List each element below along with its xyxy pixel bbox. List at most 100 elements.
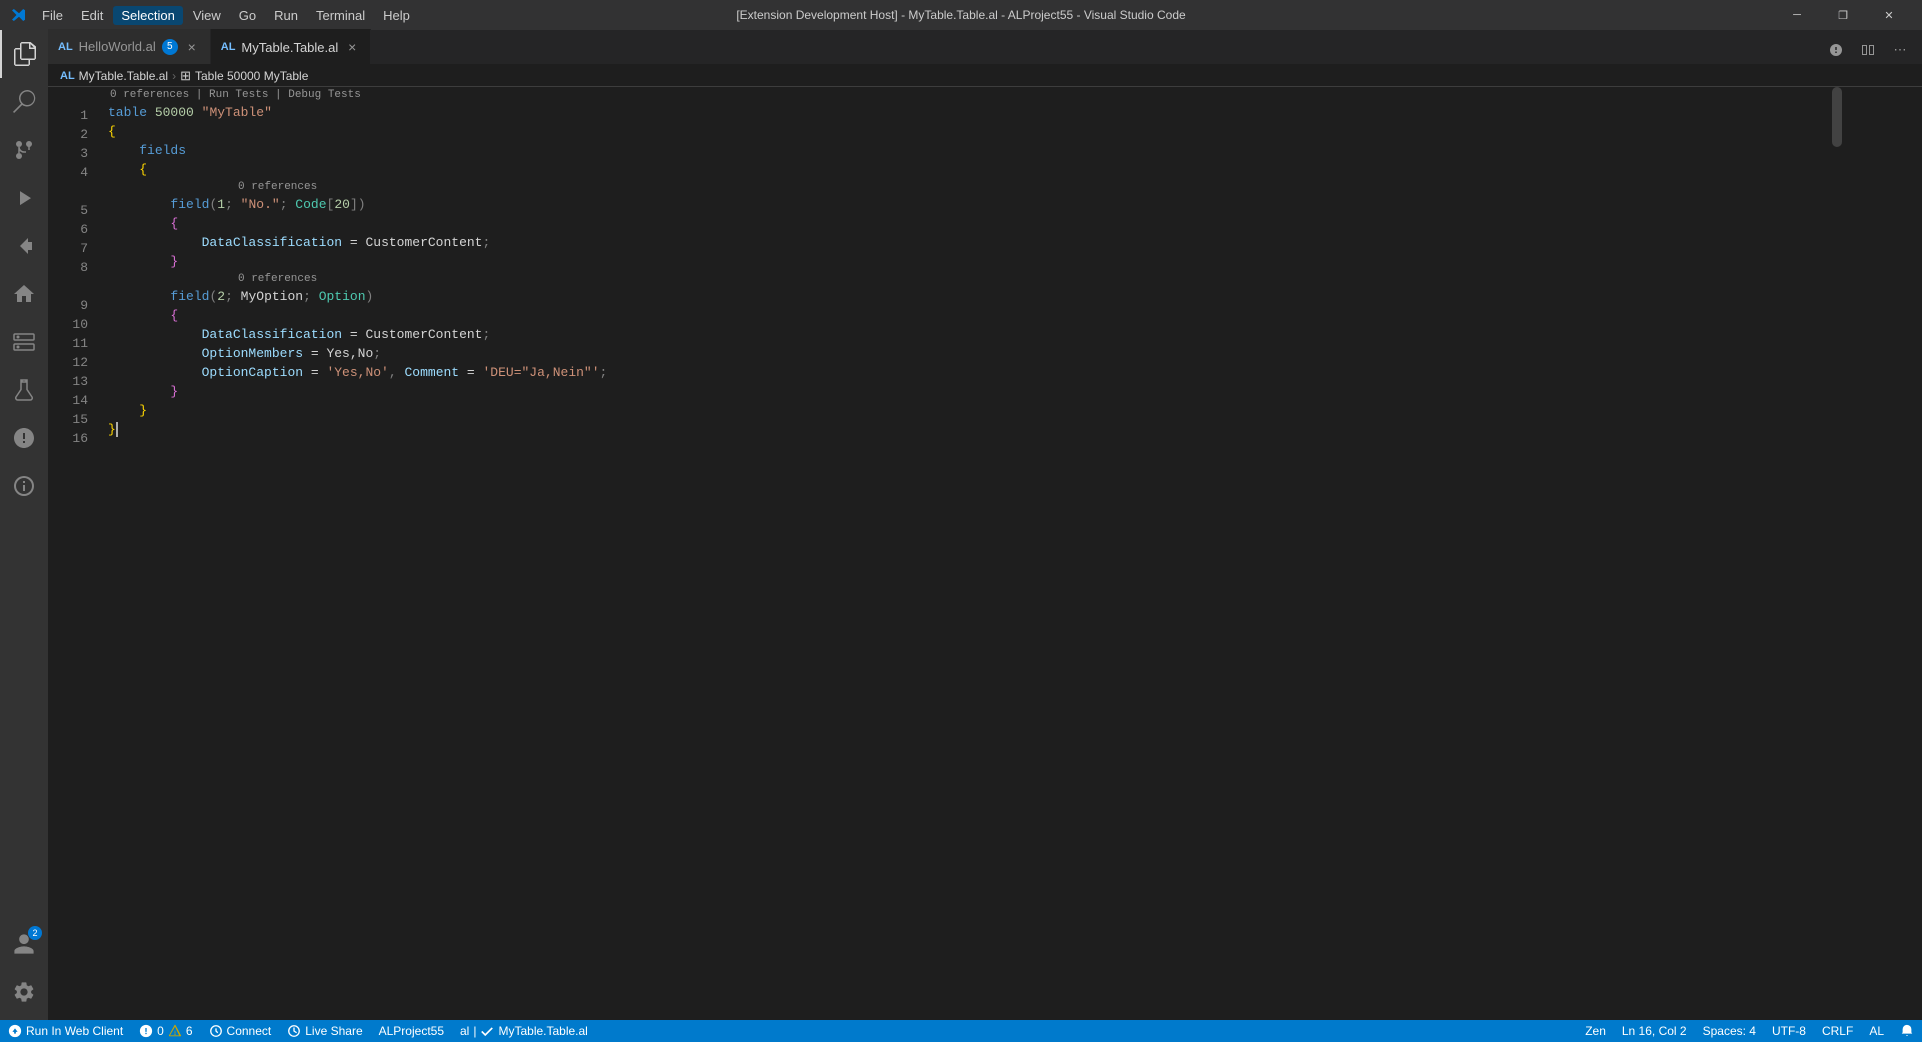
account-badge: 2 <box>28 926 42 940</box>
menu-help[interactable]: Help <box>375 6 418 25</box>
menu-view[interactable]: View <box>185 6 229 25</box>
sidebar-item-search[interactable] <box>0 78 48 126</box>
sidebar-item-al-home[interactable] <box>0 270 48 318</box>
main-container: 2 AL HelloWorld.al 5 × AL MyTable.Table.… <box>0 30 1922 1020</box>
status-left: Run In Web Client 0 6 Connect Live Share… <box>0 1020 596 1042</box>
status-encoding-text: UTF-8 <box>1772 1024 1806 1038</box>
scrollbar-thumb[interactable] <box>1832 87 1842 147</box>
status-al[interactable]: al | MyTable.Table.al <box>452 1020 596 1042</box>
menu-selection[interactable]: Selection <box>113 6 182 25</box>
menu-file[interactable]: File <box>34 6 71 25</box>
kw-field2: field <box>170 287 209 306</box>
minimize-button[interactable]: ─ <box>1774 0 1820 30</box>
sidebar-item-account[interactable]: 2 <box>0 920 48 968</box>
editor-scrollbar[interactable] <box>1828 87 1842 1020</box>
tab-helloworld[interactable]: AL HelloWorld.al 5 × <box>48 29 211 64</box>
menu-terminal[interactable]: Terminal <box>308 6 373 25</box>
status-position[interactable]: Ln 16, Col 2 <box>1614 1020 1695 1042</box>
editor-minimap <box>1842 87 1922 1020</box>
tab-actions: ⋯ <box>1814 36 1922 64</box>
line-numbers: 1 2 3 4 5 6 7 8 9 10 11 12 13 14 15 16 <box>48 87 98 1020</box>
breadcrumb-file[interactable]: MyTable.Table.al <box>79 69 168 83</box>
code-line-11[interactable]: DataClassification = CustomerContent; <box>108 325 1828 344</box>
sidebar-item-source-control[interactable] <box>0 126 48 174</box>
tab-lang-1: AL <box>58 41 73 53</box>
ln-10: 10 <box>48 315 88 334</box>
code-content[interactable]: 0 references | Run Tests | Debug Tests t… <box>98 87 1828 1020</box>
status-line-ending-text: CRLF <box>1822 1024 1853 1038</box>
status-spaces[interactable]: Spaces: 4 <box>1695 1020 1764 1042</box>
warning-icon <box>168 1024 182 1038</box>
status-right: Zen Ln 16, Col 2 Spaces: 4 UTF-8 CRLF AL <box>1577 1020 1922 1042</box>
code-line-9[interactable]: field(2; MyOption; Option) <box>108 287 1828 306</box>
ln-3: 3 <box>48 144 88 163</box>
code-line-15[interactable]: } <box>108 401 1828 420</box>
ref-table[interactable]: 0 references | Run Tests | Debug Tests <box>108 87 1828 103</box>
kw-table: table <box>108 103 147 122</box>
code-line-3[interactable]: fields <box>108 141 1828 160</box>
code-line-6[interactable]: { <box>108 214 1828 233</box>
menu-run[interactable]: Run <box>266 6 306 25</box>
ref-spacer-0 <box>48 87 88 106</box>
code-line-8[interactable]: } <box>108 252 1828 271</box>
status-encoding[interactable]: UTF-8 <box>1764 1020 1814 1042</box>
ln-6: 6 <box>48 220 88 239</box>
ln-2: 2 <box>48 125 88 144</box>
restore-button[interactable]: ❐ <box>1820 0 1866 30</box>
status-zen[interactable]: Zen <box>1577 1020 1614 1042</box>
menu-edit[interactable]: Edit <box>73 6 111 25</box>
code-line-16[interactable]: } <box>108 420 1828 439</box>
sidebar-item-run-debug[interactable] <box>0 174 48 222</box>
status-run-text: Run In Web Client <box>26 1024 123 1038</box>
alert-icon[interactable] <box>1822 36 1850 64</box>
ln-9: 9 <box>48 296 88 315</box>
status-line-ending[interactable]: CRLF <box>1814 1020 1861 1042</box>
sidebar-item-settings[interactable] <box>0 968 48 1016</box>
sidebar-item-explorer[interactable] <box>0 30 48 78</box>
status-liveshare[interactable]: Live Share <box>279 1020 370 1042</box>
code-line-7[interactable]: DataClassification = CustomerContent; <box>108 233 1828 252</box>
status-zen-text: Zen <box>1585 1024 1606 1038</box>
title-bar: File Edit Selection View Go Run Terminal… <box>0 0 1922 30</box>
more-actions-icon[interactable]: ⋯ <box>1886 36 1914 64</box>
tab-name-1: HelloWorld.al <box>79 39 156 54</box>
tab-close-2[interactable]: × <box>344 39 360 55</box>
status-connect-text: Connect <box>227 1024 272 1038</box>
close-button[interactable]: ✕ <box>1866 0 1912 30</box>
sidebar-item-extensions[interactable] <box>0 222 48 270</box>
code-line-4[interactable]: { <box>108 160 1828 179</box>
status-errors[interactable]: 0 6 <box>131 1020 200 1042</box>
status-project[interactable]: ALProject55 <box>371 1020 452 1042</box>
ref-field1[interactable]: 0 references <box>108 179 1828 195</box>
sidebar-item-diagnostics[interactable] <box>0 414 48 462</box>
code-line-1[interactable]: table 50000 "MyTable" <box>108 103 1828 122</box>
ln-12: 12 <box>48 353 88 372</box>
ln-8: 8 <box>48 258 88 277</box>
code-line-5[interactable]: field(1; "No."; Code[20]) <box>108 195 1828 214</box>
code-line-2[interactable]: { <box>108 122 1828 141</box>
sidebar-item-remote-explorer[interactable] <box>0 318 48 366</box>
sidebar-item-testing[interactable] <box>0 366 48 414</box>
status-warnings-count: 6 <box>186 1024 193 1038</box>
code-line-13[interactable]: OptionCaption = 'Yes,No', Comment = 'DEU… <box>108 363 1828 382</box>
code-line-10[interactable]: { <box>108 306 1828 325</box>
title-bar-menu: File Edit Selection View Go Run Terminal… <box>34 6 418 25</box>
ln-1: 1 <box>48 106 88 125</box>
code-line-12[interactable]: OptionMembers = Yes,No; <box>108 344 1828 363</box>
connect-icon <box>209 1024 223 1038</box>
sidebar-item-info[interactable] <box>0 462 48 510</box>
split-editor-icon[interactable] <box>1854 36 1882 64</box>
tab-close-1[interactable]: × <box>184 39 200 55</box>
status-bar: Run In Web Client 0 6 Connect Live Share… <box>0 1020 1922 1042</box>
status-language[interactable]: AL <box>1861 1020 1892 1042</box>
code-line-14[interactable]: } <box>108 382 1828 401</box>
status-notifications[interactable] <box>1892 1020 1922 1042</box>
status-spaces-text: Spaces: 4 <box>1703 1024 1756 1038</box>
tab-badge-1: 5 <box>162 39 178 55</box>
tab-mytable[interactable]: AL MyTable.Table.al × <box>211 29 372 64</box>
status-error-indicator[interactable]: Run In Web Client <box>0 1020 131 1042</box>
status-connect[interactable]: Connect <box>201 1020 280 1042</box>
ref-field2[interactable]: 0 references <box>108 271 1828 287</box>
menu-go[interactable]: Go <box>231 6 264 25</box>
breadcrumb-path[interactable]: Table 50000 MyTable <box>195 69 308 83</box>
